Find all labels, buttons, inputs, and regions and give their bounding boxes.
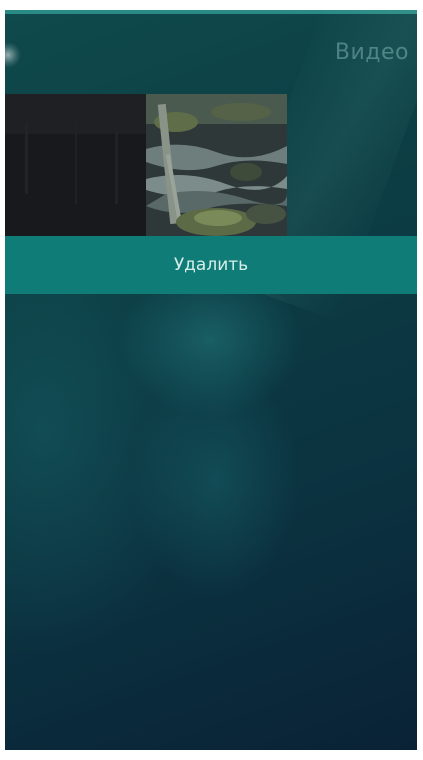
pulley-menu-icon[interactable] [5,42,21,68]
video-thumbnail-image [146,94,287,236]
page-title: Видео [334,40,409,65]
video-grid [5,94,417,236]
video-thumbnail[interactable] [146,94,287,236]
video-thumbnail[interactable] [5,94,146,236]
app-screen: Видео Удалить [5,10,417,750]
delete-button[interactable]: Удалить [5,236,417,294]
video-thumbnail-image [5,94,146,236]
